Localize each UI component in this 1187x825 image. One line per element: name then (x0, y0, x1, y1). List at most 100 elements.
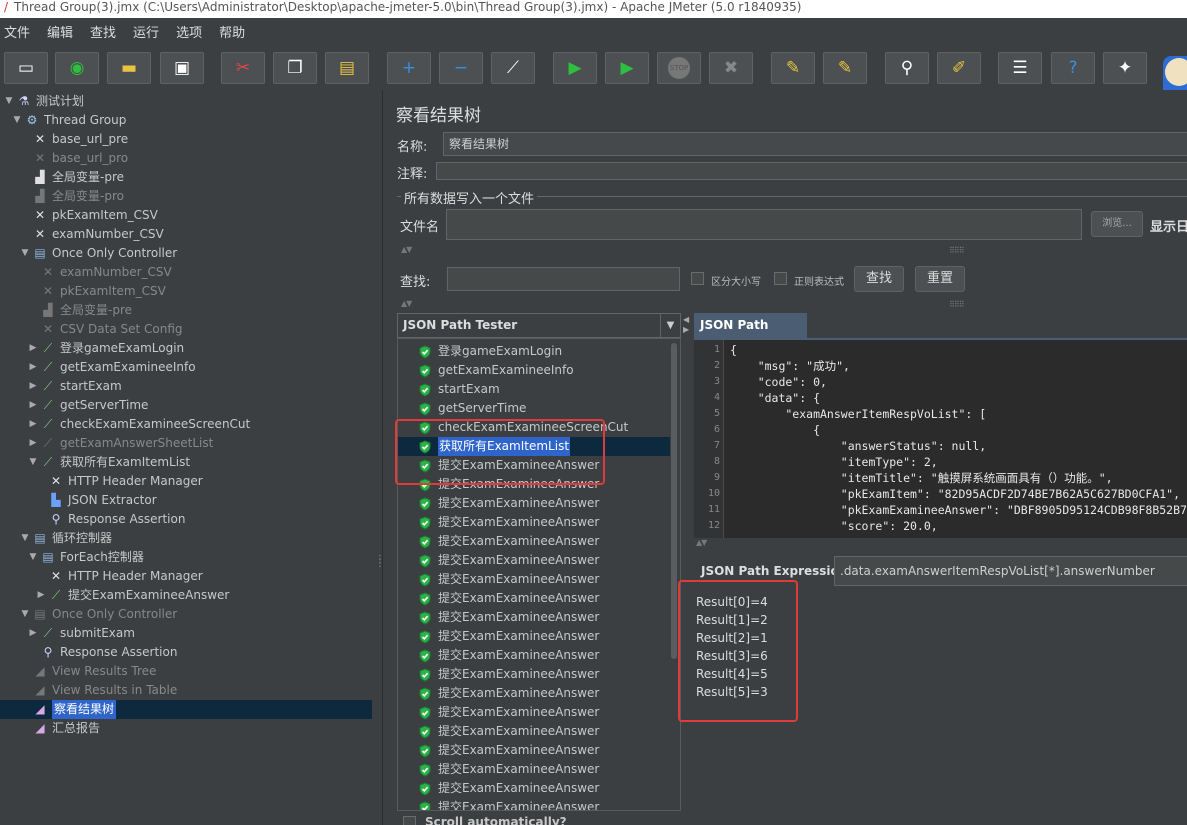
tree-node[interactable]: ▶ ⟋ getServerTime (28, 396, 149, 415)
start-button[interactable]: ▶ (553, 52, 597, 84)
open-button[interactable]: ▬ (107, 52, 151, 84)
reset-button[interactable]: 重置 (915, 266, 965, 292)
tree-node[interactable]: ⚲ Response Assertion (28, 643, 178, 662)
tree-node[interactable]: ▶ ⟋ getExamExamineeInfo (28, 358, 196, 377)
collapse-split-icon[interactable]: ▲▼ (401, 299, 412, 308)
tab-json-path-tester[interactable]: JSON Path Tester (694, 313, 807, 357)
list-item[interactable]: 提交ExamExamineeAnswer (418, 779, 599, 798)
expand-button[interactable]: + (387, 52, 431, 84)
tree-node[interactable]: ▼ ▤ Once Only Controller (20, 244, 178, 263)
list-item[interactable]: 提交ExamExamineeAnswer (418, 741, 599, 760)
chevron-right-icon[interactable]: ▶ (28, 377, 38, 396)
paste-button[interactable]: ▤ (325, 52, 369, 84)
collapse-button[interactable]: − (439, 52, 483, 84)
list-item[interactable]: 登录gameExamLogin (418, 342, 562, 361)
list-item[interactable]: 提交ExamExamineeAnswer (418, 665, 599, 684)
chevron-right-icon[interactable]: ▶ (28, 339, 38, 358)
tree-node[interactable]: ▼ ⚗ 测试计划 (4, 92, 84, 111)
tree-node[interactable]: ⚲ Response Assertion (36, 510, 186, 529)
tree-node[interactable]: ▶ ⟋ 提交ExamExamineeAnswer (36, 586, 230, 605)
reset-search-button[interactable]: ✐ (937, 52, 981, 84)
toggle-button[interactable]: ⟋ (491, 52, 535, 84)
tree-node[interactable]: ✕ base_url_pro (20, 149, 128, 168)
list-item[interactable]: 提交ExamExamineeAnswer (418, 608, 599, 627)
stop-button[interactable]: STOP (657, 52, 701, 84)
scroll-automatically-option[interactable]: Scroll automatically? (403, 815, 567, 825)
list-item[interactable]: 提交ExamExamineeAnswer (418, 798, 599, 810)
list-item[interactable]: 提交ExamExamineeAnswer (418, 589, 599, 608)
tree-node[interactable]: ✕ pkExamItem_CSV (20, 206, 158, 225)
results-scrollbar[interactable] (670, 339, 678, 810)
tree-node[interactable]: ✕ examNumber_CSV (20, 225, 164, 244)
tree-node[interactable]: ▟ 全局变量-pro (20, 187, 124, 206)
list-item[interactable]: 提交ExamExamineeAnswer (418, 760, 599, 779)
browse-button[interactable]: 浏览... (1091, 211, 1143, 237)
chevron-down-icon[interactable]: ▼ (28, 548, 38, 567)
shutdown-button[interactable]: ✖ (709, 52, 753, 84)
clear-all-button[interactable]: ✎ (823, 52, 867, 84)
tree-node[interactable]: ▶ ⟋ 登录gameExamLogin (28, 339, 185, 358)
renderer-select[interactable]: JSON Path Tester ▼ (397, 313, 681, 338)
tree-node[interactable]: ▶ ⟋ checkExamExamineeScreenCut (28, 415, 251, 434)
tree-node[interactable]: ◢ 察看结果树 (0, 700, 372, 719)
templates-button[interactable]: ◉ (55, 52, 99, 84)
chevron-right-icon[interactable]: ▶ (28, 396, 38, 415)
collapse-split-icon[interactable]: ▲▼ (401, 245, 412, 254)
tree-node[interactable]: ▶ ⟋ submitExam (28, 624, 135, 643)
list-item[interactable]: 提交ExamExamineeAnswer (418, 513, 599, 532)
results-splitter[interactable]: ◀ ▶ (681, 313, 693, 823)
chevron-right-icon[interactable]: ▶ (28, 624, 38, 643)
search-button[interactable]: ⚲ (885, 52, 929, 84)
tree-node[interactable]: ◢ View Results Tree (20, 662, 156, 681)
collapse-left-icon[interactable]: ◀ (683, 315, 689, 324)
scroll-automatically-checkbox[interactable] (403, 815, 416, 825)
scrollbar-thumb[interactable] (671, 343, 677, 659)
filename-field[interactable] (446, 209, 1082, 240)
copy-button[interactable]: ❐ (273, 52, 317, 84)
list-item[interactable]: getExamExamineeInfo (418, 361, 574, 380)
search-field[interactable] (447, 267, 680, 291)
name-field[interactable]: 察看结果树 (443, 132, 1187, 156)
expand-right-icon[interactable]: ▶ (683, 325, 689, 334)
chevron-down-icon[interactable]: ▼ (12, 111, 22, 130)
tree-node[interactable]: ◢ View Results in Table (20, 681, 177, 700)
vertical-splitter[interactable]: ⋮ ⋮ (372, 90, 385, 825)
search-button[interactable]: 查找 (854, 266, 904, 292)
cut-button[interactable]: ✂ (221, 52, 265, 84)
list-item[interactable]: 提交ExamExamineeAnswer (418, 532, 599, 551)
menu-help[interactable]: 帮助 (219, 22, 245, 41)
tree-node[interactable]: ▼ ⟋ 获取所有ExamItemList (28, 453, 191, 472)
chevron-down-icon[interactable]: ▼ (20, 529, 30, 548)
tree-node[interactable]: ✕ examNumber_CSV (28, 263, 172, 282)
list-item[interactable]: getServerTime (418, 399, 526, 418)
remote-button[interactable]: ✦ (1103, 52, 1147, 84)
chevron-right-icon[interactable]: ▶ (36, 586, 46, 605)
tree-node[interactable]: ✕ HTTP Header Manager (36, 567, 203, 586)
list-item[interactable]: 提交ExamExamineeAnswer (418, 722, 599, 741)
help-button[interactable]: ? (1051, 52, 1095, 84)
list-item[interactable]: startExam (418, 380, 500, 399)
chevron-right-icon[interactable]: ▶ (28, 434, 38, 453)
chevron-right-icon[interactable]: ▶ (28, 415, 38, 434)
tree-node[interactable]: ✕ CSV Data Set Config (28, 320, 183, 339)
chevron-down-icon[interactable]: ▼ (20, 244, 30, 263)
tree-node[interactable]: ▶ ⟋ startExam (28, 377, 122, 396)
list-item[interactable]: 提交ExamExamineeAnswer (418, 494, 599, 513)
chevron-down-icon[interactable]: ▼ (20, 605, 30, 624)
tree-node[interactable]: ▟ 全局变量-pre (20, 168, 124, 187)
response-body-viewer[interactable]: 1 2 3 4 5 6 7 8 9 10 11 12 { "msg": "成功", "code": 0… (694, 340, 1187, 538)
chevron-down-icon[interactable]: ▼ (4, 92, 14, 111)
list-item[interactable]: 提交ExamExamineeAnswer (418, 551, 599, 570)
menu-file[interactable]: 文件 (4, 22, 30, 41)
list-item[interactable]: 提交ExamExamineeAnswer (418, 627, 599, 646)
list-item[interactable]: 提交ExamExamineeAnswer (418, 703, 599, 722)
chevron-down-icon[interactable]: ▼ (28, 453, 38, 472)
clear-button[interactable]: ✎ (771, 52, 815, 84)
tree-node[interactable]: ◢ 汇总报告 (20, 719, 100, 738)
case-sensitive-checkbox[interactable] (691, 272, 704, 285)
tree-node[interactable]: ✕ HTTP Header Manager (36, 472, 203, 491)
tree-node[interactable]: ▼ ⚙ Thread Group (12, 111, 127, 130)
comment-field[interactable] (436, 162, 1187, 180)
tree-node[interactable]: ▙ JSON Extractor (36, 491, 156, 510)
new-button[interactable]: ▭ (4, 52, 48, 84)
